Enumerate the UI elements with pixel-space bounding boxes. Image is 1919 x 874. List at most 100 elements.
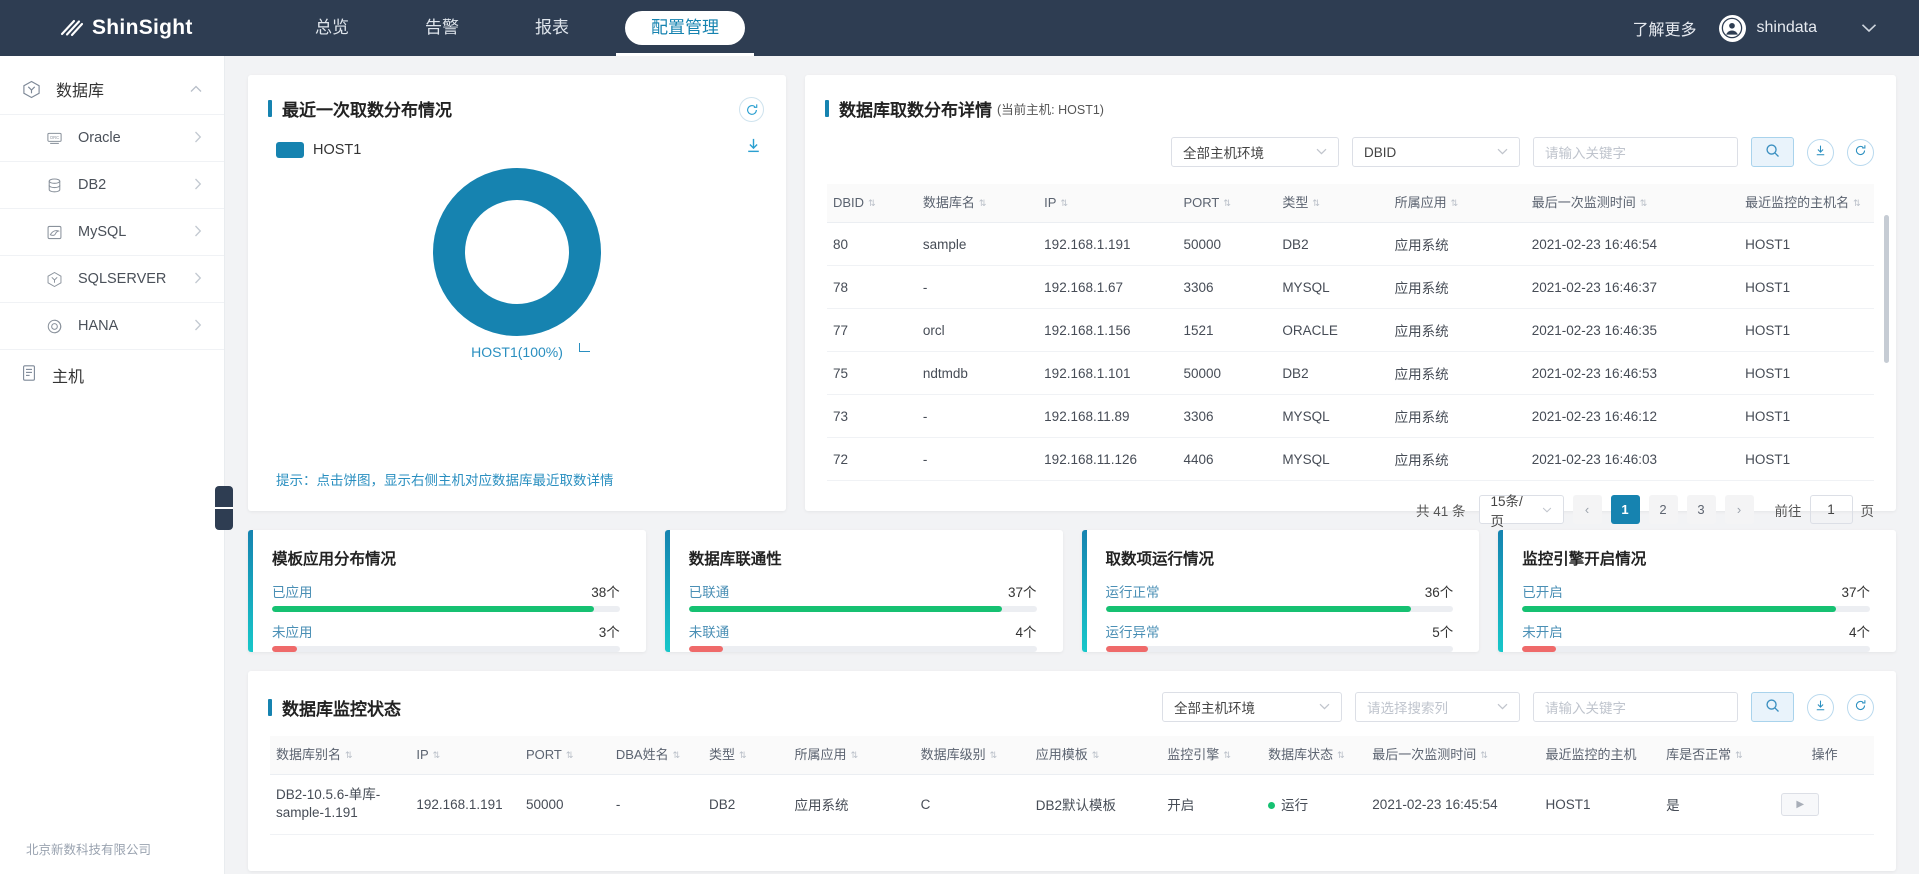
sort-icon[interactable]: ⇅ [868, 199, 876, 208]
sort-icon[interactable]: ⇅ [990, 751, 998, 760]
host-environment-select[interactable]: 全部主机环境 [1171, 137, 1339, 167]
cell-last-time: 2021-02-23 16:46:12 [1526, 395, 1739, 438]
row-expand-button[interactable]: ▶ [1781, 793, 1819, 816]
sidebar-item-db2[interactable]: DB2 [0, 161, 224, 208]
search-button[interactable] [1751, 137, 1794, 167]
page-next-button[interactable]: › [1725, 495, 1754, 524]
nav-item-config-management[interactable]: 配置管理 [625, 0, 745, 56]
col-port[interactable]: PORT⇅ [1177, 184, 1276, 223]
stat-ok-bar [1522, 606, 1870, 612]
table-row[interactable]: 80 sample 192.168.1.191 50000 DB2 应用系统 2… [827, 223, 1874, 266]
sidebar-group-database[interactable]: 数据库 [0, 64, 224, 114]
sidebar-item-sqlserver-label: SQLSERVER [78, 271, 166, 287]
sort-icon[interactable]: ⇅ [739, 751, 747, 760]
donut-chart[interactable]: HOST1(100%) [248, 168, 786, 373]
col-type[interactable]: 类型⇅ [1276, 184, 1388, 223]
brand-logo-area[interactable]: ShinSight [0, 16, 225, 40]
sort-icon[interactable]: ⇅ [1092, 751, 1100, 760]
sort-icon[interactable]: ⇅ [1312, 199, 1320, 208]
col-db-level[interactable]: 数据库级别⇅ [915, 736, 1030, 775]
sort-icon[interactable]: ⇅ [433, 751, 441, 760]
bottom-search-button[interactable] [1751, 692, 1794, 722]
table-header-row: DBID⇅ 数据库名⇅ IP⇅ PORT⇅ 类型⇅ 所属应用⇅ 最后一次监测时间… [827, 184, 1874, 223]
col-monitor-engine[interactable]: 监控引擎⇅ [1161, 736, 1262, 775]
col-app[interactable]: 所属应用⇅ [1389, 184, 1526, 223]
nav-item-overview[interactable]: 总览 [277, 0, 387, 56]
col-port[interactable]: PORT⇅ [520, 736, 610, 775]
vertical-scrollbar[interactable] [1884, 215, 1889, 363]
sidebar-item-oracle[interactable]: ORC Oracle [0, 114, 224, 161]
table-row[interactable]: DB2-10.5.6-单库-sample-1.191 192.168.1.191… [270, 775, 1874, 834]
col-last-monitor-host[interactable]: 最近监控的主机名⇅ [1739, 184, 1874, 223]
col-db-normal[interactable]: 库是否正常 ⇅ [1660, 736, 1775, 775]
page-button-3[interactable]: 3 [1687, 495, 1716, 524]
bottom-export-button[interactable] [1807, 694, 1834, 721]
sort-icon[interactable]: ⇅ [1480, 751, 1488, 760]
sort-icon[interactable]: ⇅ [1223, 199, 1231, 208]
donut-slice-host1[interactable] [433, 168, 601, 336]
col-db-status[interactable]: 数据库状态⇅ [1262, 736, 1366, 775]
table-row[interactable]: 78 - 192.168.1.67 3306 MYSQL 应用系统 2021-0… [827, 266, 1874, 309]
col-type[interactable]: 类型⇅ [703, 736, 789, 775]
sort-icon[interactable]: ⇅ [1451, 199, 1459, 208]
page-button-1[interactable]: 1 [1611, 495, 1640, 524]
sort-icon[interactable]: ⇅ [1337, 751, 1345, 760]
search-column-select[interactable]: DBID [1352, 137, 1520, 167]
table-row[interactable]: 73 - 192.168.11.89 3306 MYSQL 应用系统 2021-… [827, 395, 1874, 438]
refresh-icon[interactable] [739, 97, 764, 122]
sort-icon[interactable]: ⇅ [851, 751, 859, 760]
sort-icon[interactable]: ⇅ [1853, 199, 1861, 208]
learn-more-link[interactable]: 了解更多 [1610, 16, 1718, 40]
col-dbname[interactable]: 数据库名⇅ [917, 184, 1038, 223]
bar-fill [1106, 606, 1411, 612]
chevron-down-icon[interactable] [1861, 20, 1877, 36]
col-template[interactable]: 应用模板⇅ [1030, 736, 1162, 775]
col-last-monitor-host[interactable]: 最近监控的主机 [1540, 736, 1661, 775]
keyword-input[interactable]: 请输入关键字 [1533, 137, 1738, 167]
chevron-up-icon[interactable] [190, 82, 202, 96]
col-app[interactable]: 所属应用⇅ [789, 736, 915, 775]
sort-icon[interactable]: ⇅ [979, 199, 987, 208]
bottom-reload-button[interactable] [1847, 694, 1874, 721]
col-label: 库是否正常 [1666, 747, 1731, 762]
download-icon[interactable] [745, 137, 762, 157]
sort-icon[interactable]: ⇅ [1735, 751, 1743, 760]
sidebar-collapse-handle[interactable] [215, 486, 233, 530]
col-ip[interactable]: IP⇅ [410, 736, 520, 775]
sort-icon[interactable]: ⇅ [566, 751, 574, 760]
table-row[interactable]: 77 orcl 192.168.1.156 1521 ORACLE 应用系统 2… [827, 309, 1874, 352]
page-button-2[interactable]: 2 [1649, 495, 1678, 524]
nav-item-alarm[interactable]: 告警 [387, 0, 497, 56]
sort-icon[interactable]: ⇅ [1060, 199, 1068, 208]
sort-icon[interactable]: ⇅ [345, 751, 353, 760]
bottom-search-column-select[interactable]: 请选择搜索列 [1355, 692, 1520, 722]
avatar[interactable] [1719, 15, 1746, 42]
sort-icon[interactable]: ⇅ [1640, 199, 1648, 208]
col-ip[interactable]: IP⇅ [1038, 184, 1177, 223]
col-last-monitor-time[interactable]: 最后一次监测时间⇅ [1366, 736, 1539, 775]
sidebar-item-mysql[interactable]: MySQL [0, 208, 224, 255]
col-last-monitor-time[interactable]: 最后一次监测时间⇅ [1526, 184, 1739, 223]
sidebar-item-host[interactable]: 主机 [0, 349, 224, 399]
page-jump-input[interactable]: 1 [1810, 495, 1853, 524]
export-button[interactable] [1807, 139, 1834, 166]
stat-ok-label: 已应用 [272, 581, 313, 601]
page-prev-button[interactable]: ‹ [1573, 495, 1602, 524]
bottom-keyword-input[interactable]: 请输入关键字 [1533, 692, 1738, 722]
reload-button[interactable] [1847, 139, 1874, 166]
col-dba-name[interactable]: DBA姓名⇅ [610, 736, 703, 775]
page-size-select[interactable]: 15条/页 [1479, 495, 1564, 524]
cell-app: 应用系统 [1389, 309, 1526, 352]
sidebar-item-hana[interactable]: HANA [0, 302, 224, 349]
col-db-alias[interactable]: 数据库别名⇅ [270, 736, 410, 775]
chart-legend[interactable]: HOST1 [248, 121, 786, 158]
sidebar-item-sqlserver[interactable]: SQLSERVER [0, 255, 224, 302]
col-dbid[interactable]: DBID⇅ [827, 184, 917, 223]
nav-item-report[interactable]: 报表 [497, 0, 607, 56]
sort-icon[interactable]: ⇅ [673, 751, 681, 760]
bottom-host-environment-select[interactable]: 全部主机环境 [1162, 692, 1342, 722]
table-row[interactable]: 72 - 192.168.11.126 4406 MYSQL 应用系统 2021… [827, 438, 1874, 481]
table-row[interactable]: 75 ndtmdb 192.168.1.101 50000 DB2 应用系统 2… [827, 352, 1874, 395]
user-name[interactable]: shindata [1757, 19, 1818, 37]
sort-icon[interactable]: ⇅ [1223, 751, 1231, 760]
